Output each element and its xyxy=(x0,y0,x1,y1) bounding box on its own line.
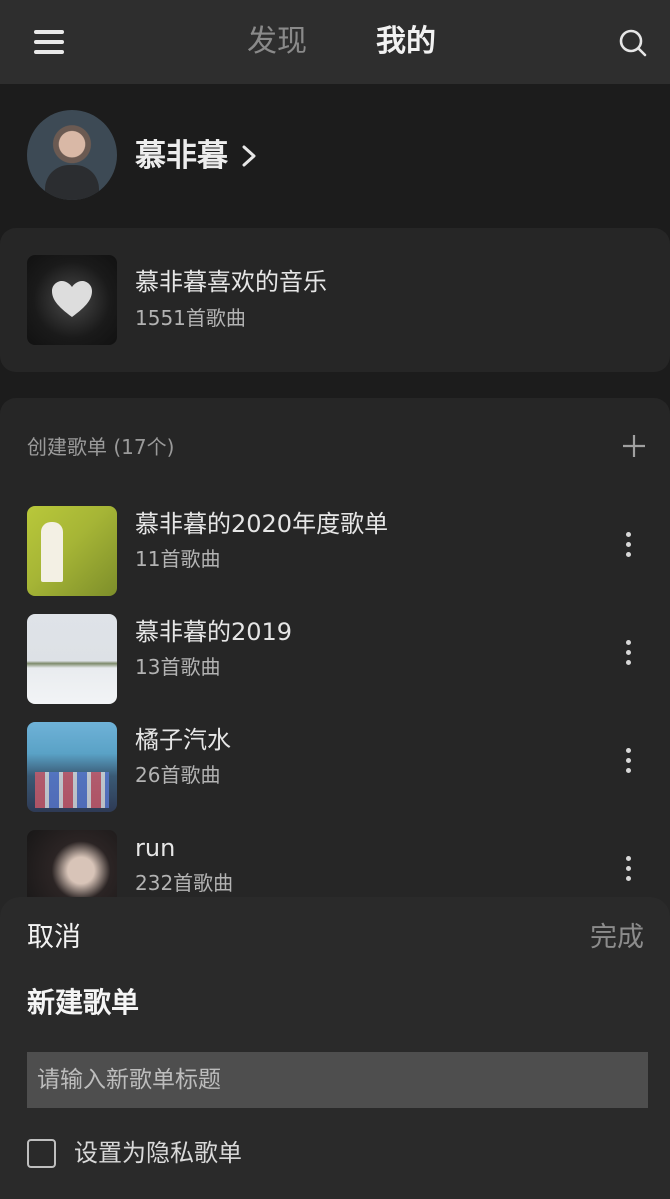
profile-row[interactable]: 慕非暮 xyxy=(0,84,670,226)
menu-icon[interactable] xyxy=(34,30,64,54)
search-icon[interactable] xyxy=(618,28,648,58)
tab-discover[interactable]: 发现 xyxy=(247,22,307,62)
liked-music-cover xyxy=(27,255,117,345)
heart-icon xyxy=(52,281,92,317)
plus-icon[interactable] xyxy=(622,434,646,458)
playlist-count: 26首歌曲 xyxy=(135,763,221,787)
private-label[interactable]: 设置为隐私歌单 xyxy=(74,1136,242,1170)
playlist-item[interactable]: 慕非暮的2020年度歌单 11首歌曲 xyxy=(0,498,670,598)
playlist-count: 11首歌曲 xyxy=(135,547,221,571)
top-bar: 发现 我的 xyxy=(0,0,670,84)
done-button[interactable]: 完成 xyxy=(590,919,644,957)
more-vertical-icon[interactable] xyxy=(620,856,636,886)
created-playlists-header: 创建歌单 (17个) xyxy=(27,435,175,459)
avatar[interactable] xyxy=(27,110,117,200)
playlist-count: 232首歌曲 xyxy=(135,871,234,895)
playlist-title: 慕非暮的2019 xyxy=(135,618,293,646)
playlist-title: run xyxy=(135,834,176,862)
playlist-cover xyxy=(27,722,117,812)
playlist-cover xyxy=(27,614,117,704)
more-vertical-icon[interactable] xyxy=(620,532,636,562)
playlist-count: 13首歌曲 xyxy=(135,655,221,679)
playlist-title: 慕非暮的2020年度歌单 xyxy=(135,510,389,538)
liked-music-title: 慕非暮喜欢的音乐 xyxy=(135,268,327,296)
playlist-item[interactable]: 慕非暮的2019 13首歌曲 xyxy=(0,606,670,706)
tab-mine[interactable]: 我的 xyxy=(376,22,436,62)
more-vertical-icon[interactable] xyxy=(620,748,636,778)
new-playlist-sheet: 取消 完成 新建歌单 设置为隐私歌单 xyxy=(0,897,670,1199)
playlist-title: 橘子汽水 xyxy=(135,726,231,754)
playlist-title-input[interactable] xyxy=(27,1052,648,1108)
playlist-cover xyxy=(27,506,117,596)
private-checkbox[interactable] xyxy=(27,1139,56,1168)
sheet-title: 新建歌单 xyxy=(27,986,140,1019)
liked-music-count: 1551首歌曲 xyxy=(135,306,246,330)
chevron-right-icon xyxy=(242,145,256,167)
username: 慕非暮 xyxy=(135,138,228,174)
liked-music-card[interactable]: 慕非暮喜欢的音乐 1551首歌曲 xyxy=(0,228,670,372)
more-vertical-icon[interactable] xyxy=(620,640,636,670)
cancel-button[interactable]: 取消 xyxy=(27,919,81,957)
playlist-item[interactable]: 橘子汽水 26首歌曲 xyxy=(0,714,670,814)
